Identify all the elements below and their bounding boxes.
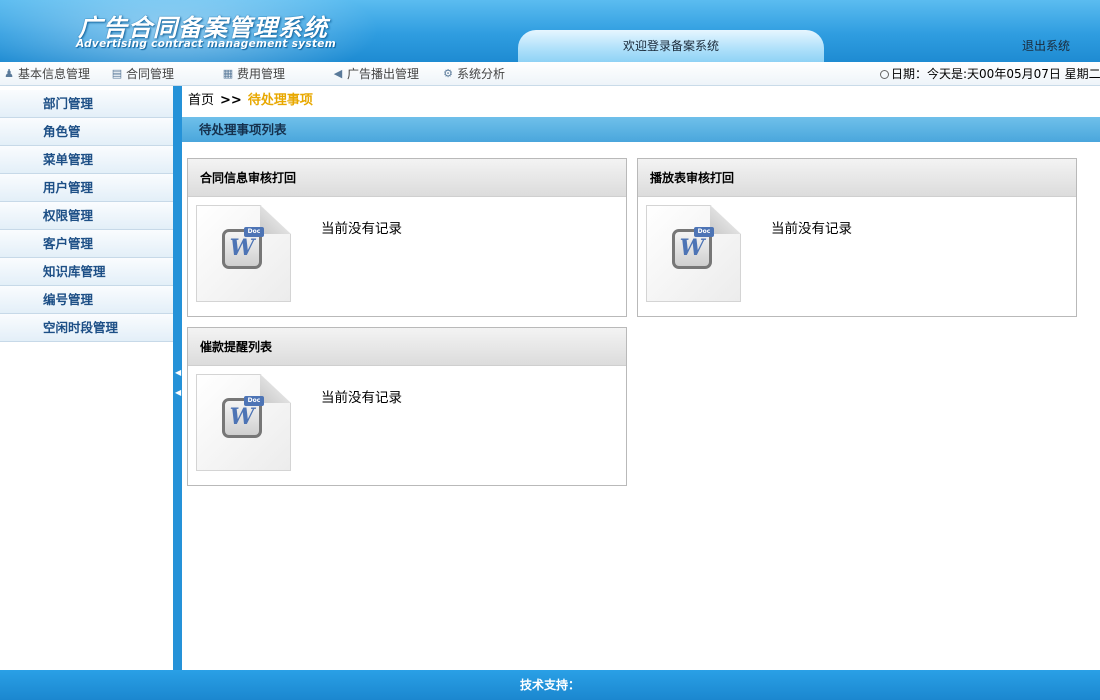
sidebar-item-permission[interactable]: 权限管理 bbox=[0, 202, 173, 230]
date-display: 日期：今天是:天00年05月07日 星期二 bbox=[880, 62, 1100, 86]
main-content: 首页 >> 待处理事项 待处理事项列表 合同信息审核打回 W Doc 当前没有记录 … bbox=[182, 86, 1100, 670]
doc-tag: Doc bbox=[244, 227, 264, 237]
gear-icon: ⚙ bbox=[443, 67, 453, 80]
nav-item-fee[interactable]: ▦ 费用管理 bbox=[222, 62, 285, 86]
sidebar-splitter[interactable]: ◀ ◀ bbox=[173, 86, 182, 670]
panel-title: 合同信息审核打回 bbox=[188, 159, 626, 197]
breadcrumb: 首页 >> 待处理事项 bbox=[188, 89, 313, 108]
panel-title: 催款提醒列表 bbox=[188, 328, 626, 366]
doc-tag: Doc bbox=[244, 396, 264, 406]
sidebar-item-knowledge[interactable]: 知识库管理 bbox=[0, 258, 173, 286]
header-banner: 广告合同备案管理系统 Advertising contract manageme… bbox=[0, 0, 1100, 62]
ledger-icon: ▦ bbox=[222, 67, 234, 80]
breadcrumb-home[interactable]: 首页 bbox=[188, 93, 214, 108]
sidebar-item-menu[interactable]: 菜单管理 bbox=[0, 146, 173, 174]
nav-item-label: 费用管理 bbox=[237, 67, 286, 81]
empty-message: 当前没有记录 bbox=[321, 390, 402, 406]
sidebar-item-department[interactable]: 部门管理 bbox=[0, 90, 173, 118]
word-document-icon: W Doc bbox=[196, 205, 292, 303]
section-title: 待处理事项列表 bbox=[182, 117, 1100, 142]
sidebar-item-customer[interactable]: 客户管理 bbox=[0, 230, 173, 258]
clock-icon bbox=[880, 69, 889, 79]
welcome-tab: 欢迎登录备案系统 bbox=[518, 30, 824, 62]
app-subtitle: Advertising contract management system bbox=[76, 38, 336, 50]
speaker-icon: ◀ bbox=[333, 67, 343, 80]
panel-title: 播放表审核打回 bbox=[638, 159, 1076, 197]
calendar-icon: ▤ bbox=[111, 67, 123, 80]
nav-item-basic-info[interactable]: ♟ 基本信息管理 bbox=[3, 62, 90, 86]
empty-message: 当前没有记录 bbox=[321, 221, 402, 237]
nav-item-label: 合同管理 bbox=[126, 67, 175, 81]
panel-payment-reminder: 催款提醒列表 W Doc 当前没有记录 bbox=[187, 327, 627, 486]
date-text: 日期：今天是:天00年05月07日 星期二 bbox=[891, 67, 1100, 81]
user-icon: ♟ bbox=[4, 67, 14, 80]
doc-tag: Doc bbox=[694, 227, 714, 237]
logout-link[interactable]: 退出系统 bbox=[1022, 37, 1070, 54]
footer: 技术支持： bbox=[0, 670, 1100, 700]
empty-message: 当前没有记录 bbox=[771, 221, 852, 237]
nav-item-label: 广告播出管理 bbox=[347, 67, 420, 81]
nav-item-analysis[interactable]: ⚙ 系统分析 bbox=[442, 62, 505, 86]
nav-item-label: 基本信息管理 bbox=[18, 67, 91, 81]
nav-item-contract[interactable]: ▤ 合同管理 bbox=[111, 62, 174, 86]
nav-item-label: 系统分析 bbox=[457, 67, 506, 81]
panel-contract-rejected: 合同信息审核打回 W Doc 当前没有记录 bbox=[187, 158, 627, 317]
word-document-icon: W Doc bbox=[646, 205, 742, 303]
sidebar-item-role[interactable]: 角色管 bbox=[0, 118, 173, 146]
collapse-arrow-icon[interactable]: ◀ ◀ bbox=[175, 368, 181, 408]
panel-schedule-rejected: 播放表审核打回 W Doc 当前没有记录 bbox=[637, 158, 1077, 317]
top-nav: ♟ 基本信息管理 ▤ 合同管理 ▦ 费用管理 ◀ 广告播出管理 ⚙ 系统分析 日… bbox=[0, 62, 1100, 86]
breadcrumb-current: 待处理事项 bbox=[247, 93, 313, 108]
sidebar-item-numbering[interactable]: 编号管理 bbox=[0, 286, 173, 314]
word-document-icon: W Doc bbox=[196, 374, 292, 472]
nav-item-broadcast[interactable]: ◀ 广告播出管理 bbox=[332, 62, 419, 86]
sidebar: 部门管理 角色管 菜单管理 用户管理 权限管理 客户管理 知识库管理 编号管理 … bbox=[0, 86, 173, 670]
sidebar-item-idle-slot[interactable]: 空闲时段管理 bbox=[0, 314, 173, 342]
breadcrumb-separator: >> bbox=[220, 93, 242, 108]
sidebar-item-user[interactable]: 用户管理 bbox=[0, 174, 173, 202]
